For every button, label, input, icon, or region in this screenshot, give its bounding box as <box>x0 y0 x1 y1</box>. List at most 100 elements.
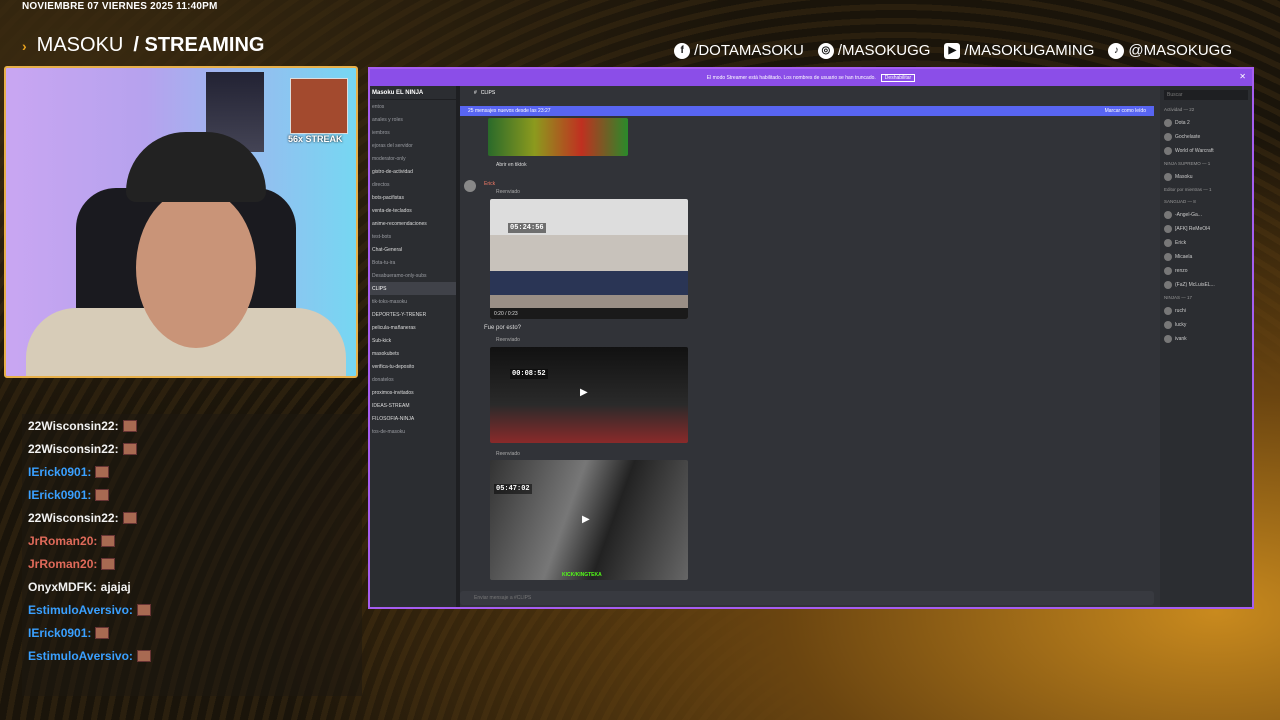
channel-item[interactable]: pelicula-mañaneras <box>370 321 456 334</box>
chat-username[interactable]: EstimuloAversivo: <box>28 649 133 663</box>
server-name[interactable]: Masoku EL NINJA <box>370 86 456 100</box>
member-item[interactable]: Masoku <box>1160 170 1252 184</box>
video-embed-top[interactable] <box>488 118 628 156</box>
activity-item[interactable]: Dota 2 <box>1160 116 1252 130</box>
chat-username[interactable]: JrRoman20: <box>28 534 97 548</box>
mark-read-button[interactable]: Marcar como leído <box>1105 108 1146 114</box>
member-item[interactable]: ruchi <box>1160 304 1252 318</box>
new-messages-bar[interactable]: 25 mensajes nuevos desde las 23:27 Marca… <box>460 106 1154 116</box>
streamer-mode-banner: El modo Streamer está habilitado. Los no… <box>370 69 1252 86</box>
play-icon[interactable]: ▶ <box>582 514 590 525</box>
member-item[interactable]: renzo <box>1160 264 1252 278</box>
channel-item[interactable]: verifica-tu-deposito <box>370 360 456 373</box>
member-item[interactable]: ivank <box>1160 332 1252 346</box>
channel-item[interactable]: Sub-kick <box>370 334 456 347</box>
channel-item[interactable]: directos <box>370 178 456 191</box>
member-item[interactable]: Erick <box>1160 236 1252 250</box>
video-controls[interactable]: 0:20 / 0:23 <box>490 308 688 319</box>
streak-emote <box>290 78 348 134</box>
channel-item[interactable]: gistro-de-actividad <box>370 165 456 178</box>
emote-icon <box>122 442 137 455</box>
message-text: Fue por esto? <box>484 325 522 331</box>
discord-window: El modo Streamer está habilitado. Los no… <box>368 67 1254 609</box>
channel-item[interactable]: ejoras del servidor <box>370 139 456 152</box>
facebook-icon: f <box>674 42 691 59</box>
member-name: (FaZ) McLuisEL... <box>1175 282 1215 288</box>
chat-username[interactable]: IErick0901: <box>28 488 91 502</box>
channel-item[interactable]: iembros <box>370 126 456 139</box>
activity-game: World of Warcraft <box>1175 148 1214 154</box>
new-messages-text: 25 mensajes nuevos desde las 23:27 <box>468 108 551 114</box>
channel-item[interactable]: entos <box>370 100 456 113</box>
channel-item[interactable]: Chat-General <box>370 243 456 256</box>
avatar <box>1164 335 1172 343</box>
message-author[interactable]: Erick <box>484 181 495 187</box>
chat-username[interactable]: OnyxMDFK: <box>28 580 97 594</box>
channel-item[interactable]: DEPORTES-Y-TRENER <box>370 308 456 321</box>
chat-message: OnyxMDFK: ajajaj <box>22 575 362 598</box>
channel-header: # CLIPS <box>460 86 1160 100</box>
channel-item[interactable]: masokubets <box>370 347 456 360</box>
chevron-right-icon: › <box>22 37 27 54</box>
message-composer[interactable]: Enviar mensaje a #CLIPS <box>460 591 1154 605</box>
play-icon[interactable]: ▶ <box>580 387 588 398</box>
channel-item[interactable]: moderator-only <box>370 152 456 165</box>
channel-item[interactable]: anales y roles <box>370 113 456 126</box>
chat-message: IErick0901: <box>22 460 362 483</box>
member-name: [AFK] ReMeOl4 <box>1175 226 1211 232</box>
activity-item[interactable]: Gochelaste <box>1160 130 1252 144</box>
kick-watermark: KICK/KINGTEKA <box>562 572 602 578</box>
chat-username[interactable]: 22Wisconsin22: <box>28 511 119 525</box>
chat-area: # CLIPS 25 mensajes nuevos desde las 23:… <box>460 86 1160 607</box>
channel-item[interactable]: Desabueramo-only-subs <box>370 269 456 282</box>
chat-username[interactable]: EstimuloAversivo: <box>28 603 133 617</box>
member-search[interactable]: Buscar <box>1164 90 1248 100</box>
channel-item[interactable]: IDEAS-STREAM <box>370 399 456 412</box>
banner-text: El modo Streamer está habilitado. Los no… <box>706 74 876 81</box>
avatar <box>1164 267 1172 275</box>
member-item[interactable]: lucky <box>1160 318 1252 332</box>
avatar <box>1164 225 1172 233</box>
emote-icon <box>101 557 116 570</box>
channel-item[interactable]: venta-de-teclados <box>370 204 456 217</box>
channel-item[interactable]: test-bots <box>370 230 456 243</box>
channel-item[interactable]: donatelos <box>370 373 456 386</box>
channel-item[interactable]: anime-recomendaciones <box>370 217 456 230</box>
open-tiktok-link[interactable]: Abrir en tiktok <box>496 162 527 168</box>
chat-message: JrRoman20: <box>22 529 362 552</box>
channel-item[interactable]: tos-de-masoku <box>370 425 456 438</box>
close-icon[interactable]: ✕ <box>1239 72 1246 81</box>
member-item[interactable]: Micaela <box>1160 250 1252 264</box>
avatar <box>1164 253 1172 261</box>
chat-username[interactable]: IErick0901: <box>28 465 91 479</box>
channel-item[interactable]: bots-pacifistas <box>370 191 456 204</box>
video-embed-bedroom[interactable]: 05:24:56 0:20 / 0:23 <box>490 199 688 319</box>
avatar <box>1164 119 1172 127</box>
chat-username[interactable]: 22Wisconsin22: <box>28 419 119 433</box>
emote-icon <box>95 465 110 478</box>
youtube-link: ▶/MASOKUGAMING <box>944 42 1094 59</box>
channel-item[interactable]: CLIPS <box>370 282 456 295</box>
chat-username[interactable]: 22Wisconsin22: <box>28 442 119 456</box>
emote-icon <box>95 488 110 501</box>
member-item[interactable]: [AFK] ReMeOl4 <box>1160 222 1252 236</box>
chat-message: EstimuloAversivo: <box>22 598 362 621</box>
activity-game: Gochelaste <box>1175 134 1201 140</box>
video-embed-escalator[interactable]: 05:47:02 ▶ KICK/KINGTEKA <box>490 460 688 580</box>
member-item[interactable]: -Angel-Ga... <box>1160 208 1252 222</box>
channel-item[interactable]: proximos-invitados <box>370 386 456 399</box>
chat-username[interactable]: IErick0901: <box>28 626 91 640</box>
video-timestamp: 05:47:02 <box>494 484 532 494</box>
facebook-link: f/DOTAMASOKU <box>674 42 804 59</box>
channel-item[interactable]: FILOSOFIA-NINJA <box>370 412 456 425</box>
chat-username[interactable]: JrRoman20: <box>28 557 97 571</box>
channel-item[interactable]: Bota-tu-ira <box>370 256 456 269</box>
disable-button[interactable]: Deshabilitar <box>880 73 916 82</box>
member-item[interactable]: (FaZ) McLuisEL... <box>1160 278 1252 292</box>
channel-item[interactable]: tik-toks-masoku <box>370 295 456 308</box>
activity-game: Dota 2 <box>1175 120 1190 126</box>
video-embed-dark[interactable]: 00:08:52 ▶ <box>490 347 688 443</box>
youtube-icon: ▶ <box>944 42 961 59</box>
chat-message: 22Wisconsin22: <box>22 437 362 460</box>
activity-item[interactable]: World of Warcraft <box>1160 144 1252 158</box>
